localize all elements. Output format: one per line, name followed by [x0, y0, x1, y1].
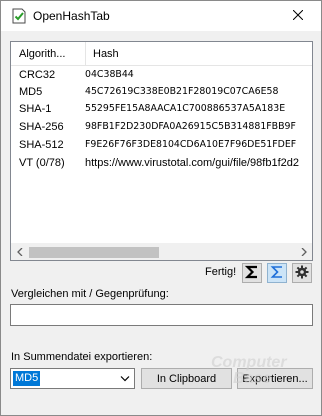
list-row-md5[interactable]: MD5 45C72619C338E0B21F28019C07CA6E58 — [11, 85, 312, 102]
export-format-select[interactable]: MD5 — [10, 368, 135, 389]
chevron-down-icon[interactable] — [119, 372, 131, 385]
column-divider[interactable] — [85, 42, 86, 65]
list-row-sha256[interactable]: SHA-256 98FB1F2D230DFA0A26915C5B314881FB… — [11, 120, 312, 137]
virustotal-link[interactable]: https://www.virustotal.com/gui/file/98fb… — [85, 157, 299, 169]
sigma-outline-icon — [270, 265, 284, 282]
hash-cell: 55295FE15A8AACA1C700886537A5A183E — [85, 103, 286, 114]
algorithm-cell: SHA-256 — [19, 121, 64, 133]
list-row-virustotal[interactable]: VT (0/78) https://www.virustotal.com/gui… — [11, 156, 312, 173]
algorithm-cell: SHA-1 — [19, 103, 52, 115]
close-button[interactable] — [275, 1, 321, 31]
status-text: Fertig! — [205, 266, 237, 278]
scroll-right-button[interactable] — [295, 244, 312, 260]
list-row-crc32[interactable]: CRC32 04C38B44 — [11, 68, 312, 85]
watermark-line-1: Computer — [211, 354, 287, 371]
algorithm-cell: SHA-512 — [19, 139, 64, 151]
list-row-sha512[interactable]: SHA-512 F9E26F76F3DE8104CD6A10E7F96DE51F… — [11, 138, 312, 155]
hash-cell: 45C72619C338E0B21F28019C07CA6E58 — [85, 86, 279, 97]
list-header: Algorith... Hash — [11, 42, 312, 66]
algorithm-cell: CRC32 — [19, 69, 56, 81]
compare-input[interactable] — [10, 304, 313, 326]
window-title: OpenHashTab — [33, 9, 110, 23]
computerbase-watermark: Computer Base — [197, 355, 317, 405]
chevron-right-icon — [301, 247, 307, 259]
hash-cell: 98FB1F2D230DFA0A26915C5B314881FBB9F — [85, 121, 296, 132]
checksum-button[interactable] — [242, 263, 262, 283]
gear-icon — [295, 265, 309, 282]
horizontal-scrollbar[interactable] — [11, 243, 312, 260]
check-document-icon — [11, 8, 27, 24]
algorithm-cell: VT (0/78) — [19, 157, 65, 169]
list-row-sha1[interactable]: SHA-1 55295FE15A8AACA1C700886537A5A183E — [11, 102, 312, 119]
title-bar: OpenHashTab — [1, 1, 321, 31]
export-label: In Summendatei exportieren: — [11, 351, 153, 363]
export-format-value: MD5 — [13, 371, 41, 386]
watermark-line-2: Base — [233, 370, 272, 387]
scroll-thumb[interactable] — [29, 247, 159, 258]
close-icon — [292, 9, 304, 23]
chevron-left-icon — [16, 247, 23, 259]
settings-button[interactable] — [292, 263, 312, 283]
hash-cell: 04C38B44 — [85, 69, 134, 80]
algorithm-cell: MD5 — [19, 86, 43, 98]
scroll-left-button[interactable] — [11, 244, 28, 260]
column-header-hash[interactable]: Hash — [93, 48, 119, 60]
compare-label: Vergleichen mit / Gegenprüfung: — [11, 288, 169, 300]
hash-cell: F9E26F76F3DE8104CD6A10E7F96DE51FDEF — [85, 139, 297, 150]
column-header-algorithm[interactable]: Algorith... — [19, 48, 81, 60]
checksum-file-button[interactable] — [267, 263, 287, 283]
sigma-icon — [244, 265, 259, 282]
openhashtab-window: OpenHashTab Algorith... Hash CRC32 04C38… — [0, 0, 322, 416]
hash-list[interactable]: Algorith... Hash CRC32 04C38B44 MD5 45C7… — [10, 41, 313, 261]
